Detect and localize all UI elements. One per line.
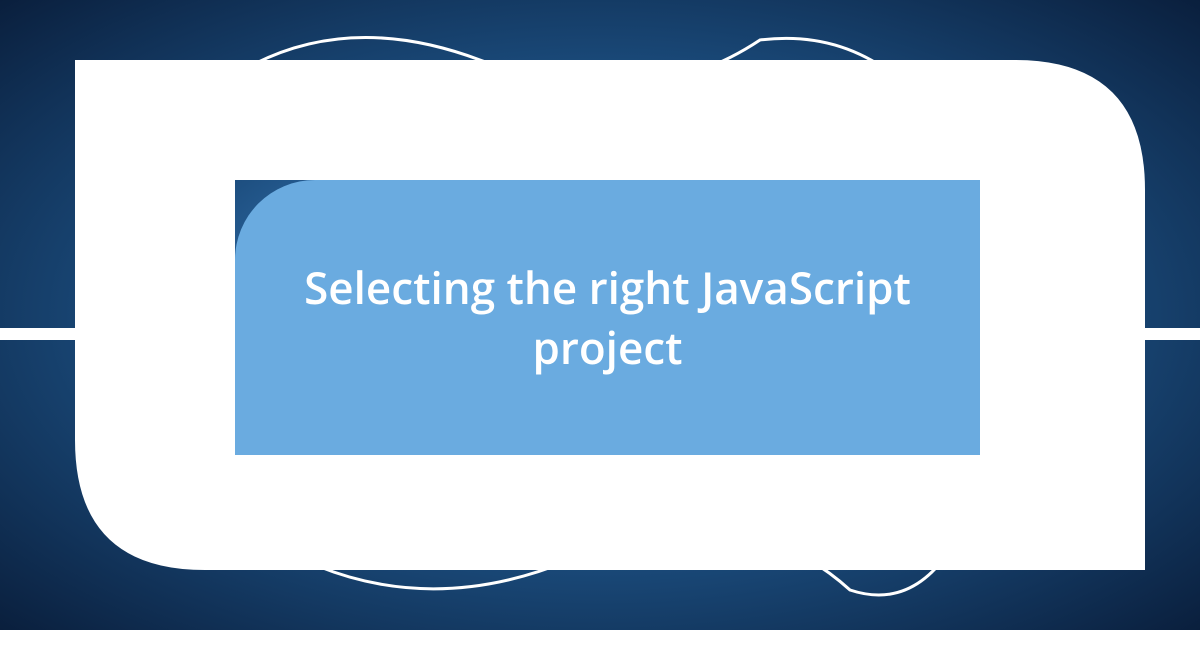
decorative-line-left — [0, 328, 80, 340]
decorative-line-right — [1145, 328, 1200, 340]
page-title: Selecting the right JavaScript project — [235, 258, 980, 377]
title-panel: Selecting the right JavaScript project — [235, 180, 980, 455]
